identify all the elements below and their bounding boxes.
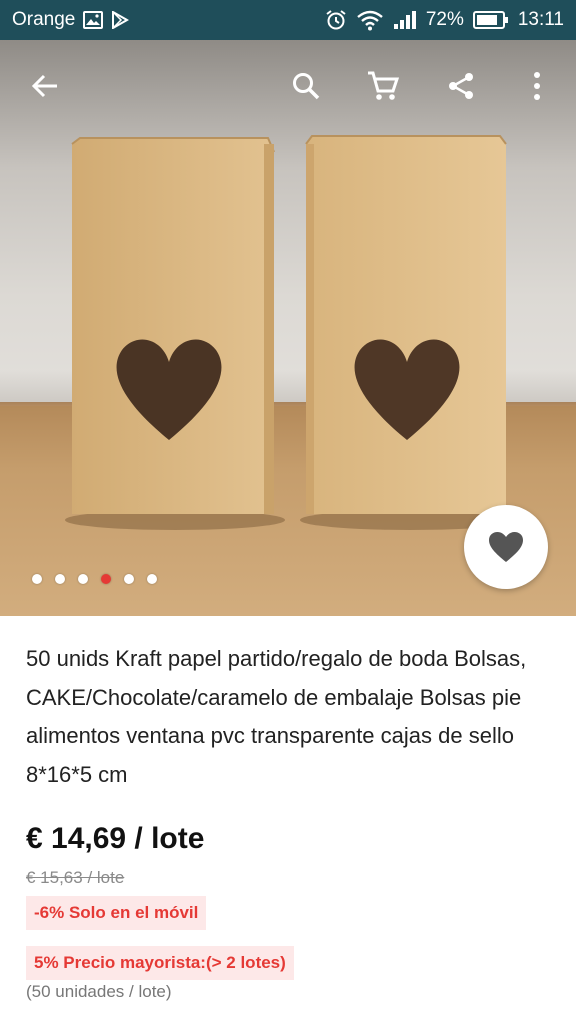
more-vert-icon[interactable] <box>509 58 565 114</box>
carousel-dot[interactable] <box>32 574 42 584</box>
carousel-dot[interactable] <box>55 574 65 584</box>
back-arrow-icon[interactable] <box>17 58 73 114</box>
heart-icon <box>489 532 523 562</box>
signal-icon <box>393 10 417 30</box>
battery-level: 72% <box>425 9 464 30</box>
product-title: 50 unids Kraft papel partido/regalo de b… <box>26 646 527 787</box>
mobile-discount-badge: -6% Solo en el móvil <box>26 896 207 930</box>
share-icon[interactable] <box>433 58 489 114</box>
carousel-dots <box>32 574 157 584</box>
status-bar: Orange 72% 13:11 <box>0 0 576 40</box>
product-details: 50 unids Kraft papel partido/regalo de b… <box>26 640 556 1002</box>
alarm-icon <box>325 9 347 31</box>
wholesale-price-badge[interactable]: 5% Precio mayorista:(> 2 lotes) <box>26 946 294 980</box>
play-store-icon <box>111 11 130 29</box>
cart-icon[interactable] <box>355 58 411 114</box>
carousel-dot[interactable] <box>147 574 157 584</box>
battery-icon <box>472 10 509 30</box>
carousel-dot[interactable] <box>78 574 88 584</box>
units-per-lot: (50 unidades / lote) <box>26 982 172 1001</box>
carrier-name: Orange <box>12 9 76 30</box>
clock: 13:11 <box>517 9 564 30</box>
image-icon <box>83 11 104 29</box>
app-bar <box>0 40 576 130</box>
wishlist-button[interactable] <box>464 505 548 589</box>
carousel-dot[interactable] <box>124 574 134 584</box>
search-icon[interactable] <box>278 58 334 114</box>
product-price: € 14,69 / lote <box>26 822 205 855</box>
original-price: € 15,63 / lote <box>26 868 125 887</box>
wifi-icon <box>356 9 384 31</box>
carousel-dot[interactable] <box>101 574 111 584</box>
